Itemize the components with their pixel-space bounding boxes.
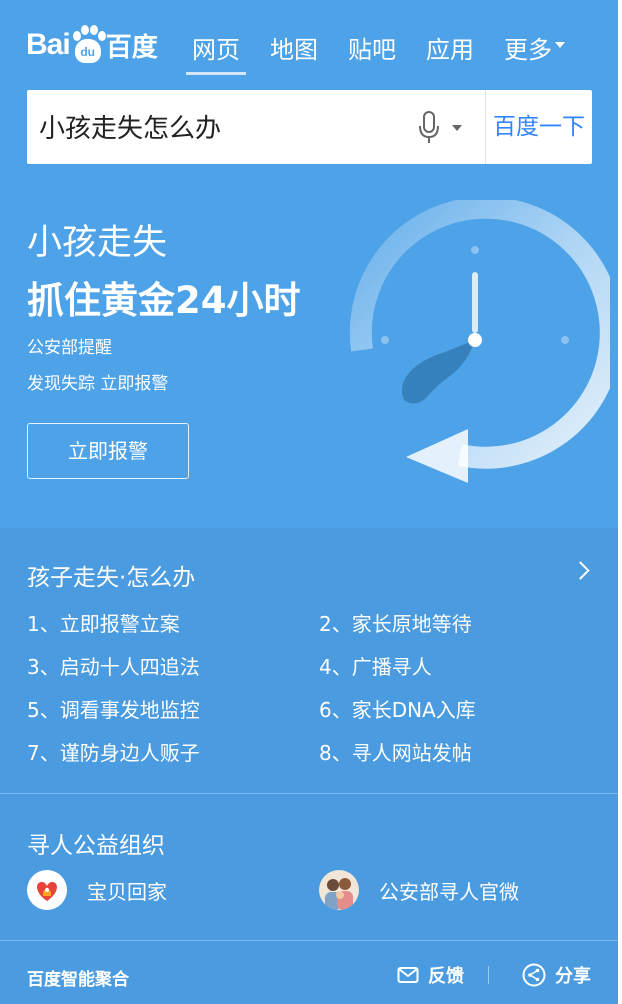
tip-item: 1、立即报警立案 [27,612,180,636]
org-baobei-huijia[interactable]: 宝贝回家 [27,870,167,910]
org-label: 宝贝回家 [87,879,167,904]
family-avatar-icon [319,870,359,910]
tip-item: 6、家长DNA入库 [319,698,476,722]
voice-dropdown-icon[interactable] [452,125,462,131]
footer-divider [0,940,618,941]
orgs-title: 寻人公益组织 [27,833,165,859]
more-label: 更多 [504,36,552,64]
tab-apps[interactable]: 应用 [426,30,474,76]
hero-note-line2: 发现失踪 立即报警 [27,374,169,394]
baobei-huijia-logo-icon [27,870,67,910]
paw-icon: du [71,25,106,65]
share-button[interactable]: 分享 [522,962,591,988]
tip-item: 5、调看事发地监控 [27,698,200,722]
footer-brand: 百度智能聚合 [27,970,129,990]
search-input[interactable]: 小孩走失怎么办 [39,108,221,145]
tab-map[interactable]: 地图 [270,30,318,76]
search-button[interactable]: 百度一下 [486,90,592,164]
search-result-page: Bai du 百度 网页 地图 贴吧 应用 更多 小孩走失怎么办 百度一下 小孩… [0,0,618,1004]
info-card: 孩子走失·怎么办 1、立即报警立案 2、家长原地等待 3、启动十人四追法 4、广… [0,528,618,1004]
tip-item: 4、广播寻人 [319,655,432,679]
logo-du-text: du [74,39,101,63]
feedback-label: 反馈 [428,966,464,987]
caret-down-icon [555,42,565,48]
microphone-icon[interactable] [417,110,441,146]
tab-web[interactable]: 网页 [186,30,246,76]
org-mps-weibo[interactable]: 公安部寻人官微 [319,870,519,910]
baidu-logo[interactable]: Bai du 百度 [26,22,158,68]
feedback-button[interactable]: 反馈 [397,962,464,988]
nav-tabs: 网页 地图 贴吧 应用 更多 [186,30,595,76]
tip-item: 2、家长原地等待 [319,612,472,636]
logo-chinese-text: 百度 [105,32,158,63]
report-police-button[interactable]: 立即报警 [27,423,189,479]
hero-title-line1: 小孩走失 [27,223,168,263]
logo-bai-text: Bai [26,28,71,61]
search-box: 小孩走失怎么办 百度一下 [27,90,592,164]
section-divider [0,793,618,794]
org-label: 公安部寻人官微 [379,879,519,904]
tips-title: 孩子走失·怎么办 [27,565,196,591]
more-menu-button[interactable]: 更多 [504,30,565,76]
tip-item: 7、谨防身边人贩子 [27,741,200,765]
tip-item: 8、寻人网站发帖 [319,741,472,765]
footer-separator [488,966,489,984]
tip-item: 3、启动十人四追法 [27,655,200,679]
hero-title-line2: 抓住黄金24小时 [27,279,301,322]
page-edge [618,0,622,1004]
tab-tieba[interactable]: 贴吧 [348,30,396,76]
chevron-right-icon[interactable] [571,561,590,580]
share-label: 分享 [555,966,591,987]
mail-icon [397,967,419,983]
share-icon [522,963,546,987]
top-bar: Bai du 百度 网页 地图 贴吧 应用 更多 [0,0,618,82]
clock-illustration-icon [349,200,610,483]
hero-note-line1: 公安部提醒 [27,338,112,358]
